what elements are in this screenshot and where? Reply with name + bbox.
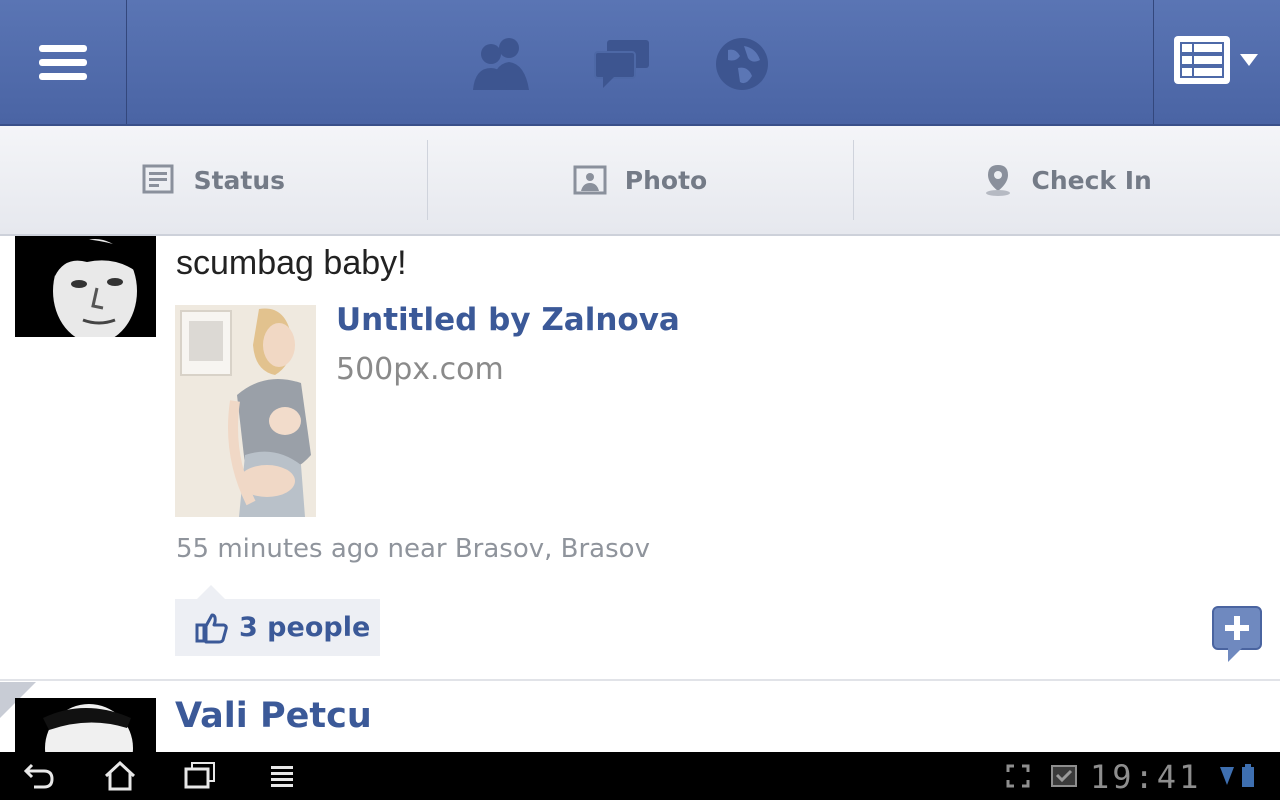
likes-count: 3 people <box>239 612 371 643</box>
news-feed-filter-button[interactable] <box>1153 0 1280 124</box>
jewel-bar <box>470 32 774 96</box>
photo-icon <box>573 165 607 195</box>
recent-apps-icon <box>184 762 215 789</box>
messages-icon[interactable] <box>590 32 654 96</box>
fullscreen-toggle[interactable] <box>998 758 1038 794</box>
avatar[interactable] <box>15 698 156 752</box>
news-feed-list-icon <box>1174 36 1258 84</box>
status-icon <box>142 164 174 194</box>
story-message: scumbag baby! <box>176 244 407 282</box>
avatar[interactable] <box>15 236 156 337</box>
fullscreen-icon <box>1006 764 1030 788</box>
comment-button[interactable] <box>1212 606 1262 664</box>
publisher-bar: Status Photo Check In <box>0 126 1280 236</box>
link-domain: 500px.com <box>336 352 504 387</box>
status-clock: 19:41 <box>1090 758 1202 796</box>
link-title[interactable]: Untitled by Zalnova <box>336 302 680 338</box>
friend-requests-icon[interactable] <box>470 32 534 96</box>
add-comment-icon <box>1212 606 1262 662</box>
location-pin-icon <box>985 165 1010 196</box>
notifications-globe-icon[interactable] <box>710 32 774 96</box>
feed-story: scumbag baby! Untitled by Zalnova 500px.… <box>0 236 1280 681</box>
status-label: Status <box>193 165 286 195</box>
photo-button[interactable]: Photo <box>426 126 854 234</box>
home-button[interactable] <box>100 758 140 794</box>
download-tray-icon <box>1051 765 1077 787</box>
menu-icon <box>271 766 293 787</box>
feed-story: Vali Petcu <box>0 682 1280 752</box>
likes-button[interactable]: 3 people <box>175 585 380 656</box>
download-notification[interactable] <box>1044 758 1084 794</box>
home-icon <box>104 760 136 791</box>
menu-icon <box>39 38 87 87</box>
wifi-battery-icon <box>1220 764 1254 787</box>
top-bar <box>0 0 1280 126</box>
link-thumbnail[interactable] <box>175 305 316 517</box>
story-timestamp[interactable]: 55 minutes ago near Brasov, Brasov <box>176 534 650 564</box>
status-button[interactable]: Status <box>0 126 427 234</box>
story-author[interactable]: Vali Petcu <box>175 696 372 736</box>
check-in-button[interactable]: Check In <box>853 126 1280 234</box>
back-button[interactable] <box>20 758 60 794</box>
menu-button[interactable] <box>262 758 302 794</box>
menu-button[interactable] <box>0 0 127 124</box>
check-in-label: Check In <box>1031 165 1152 195</box>
recent-apps-button[interactable] <box>180 758 220 794</box>
back-icon <box>24 763 54 789</box>
system-navigation-bar: 19:41 <box>0 752 1280 800</box>
photo-label: Photo <box>624 165 708 195</box>
thumbs-up-icon <box>195 613 228 643</box>
status-indicators[interactable] <box>1218 758 1258 794</box>
